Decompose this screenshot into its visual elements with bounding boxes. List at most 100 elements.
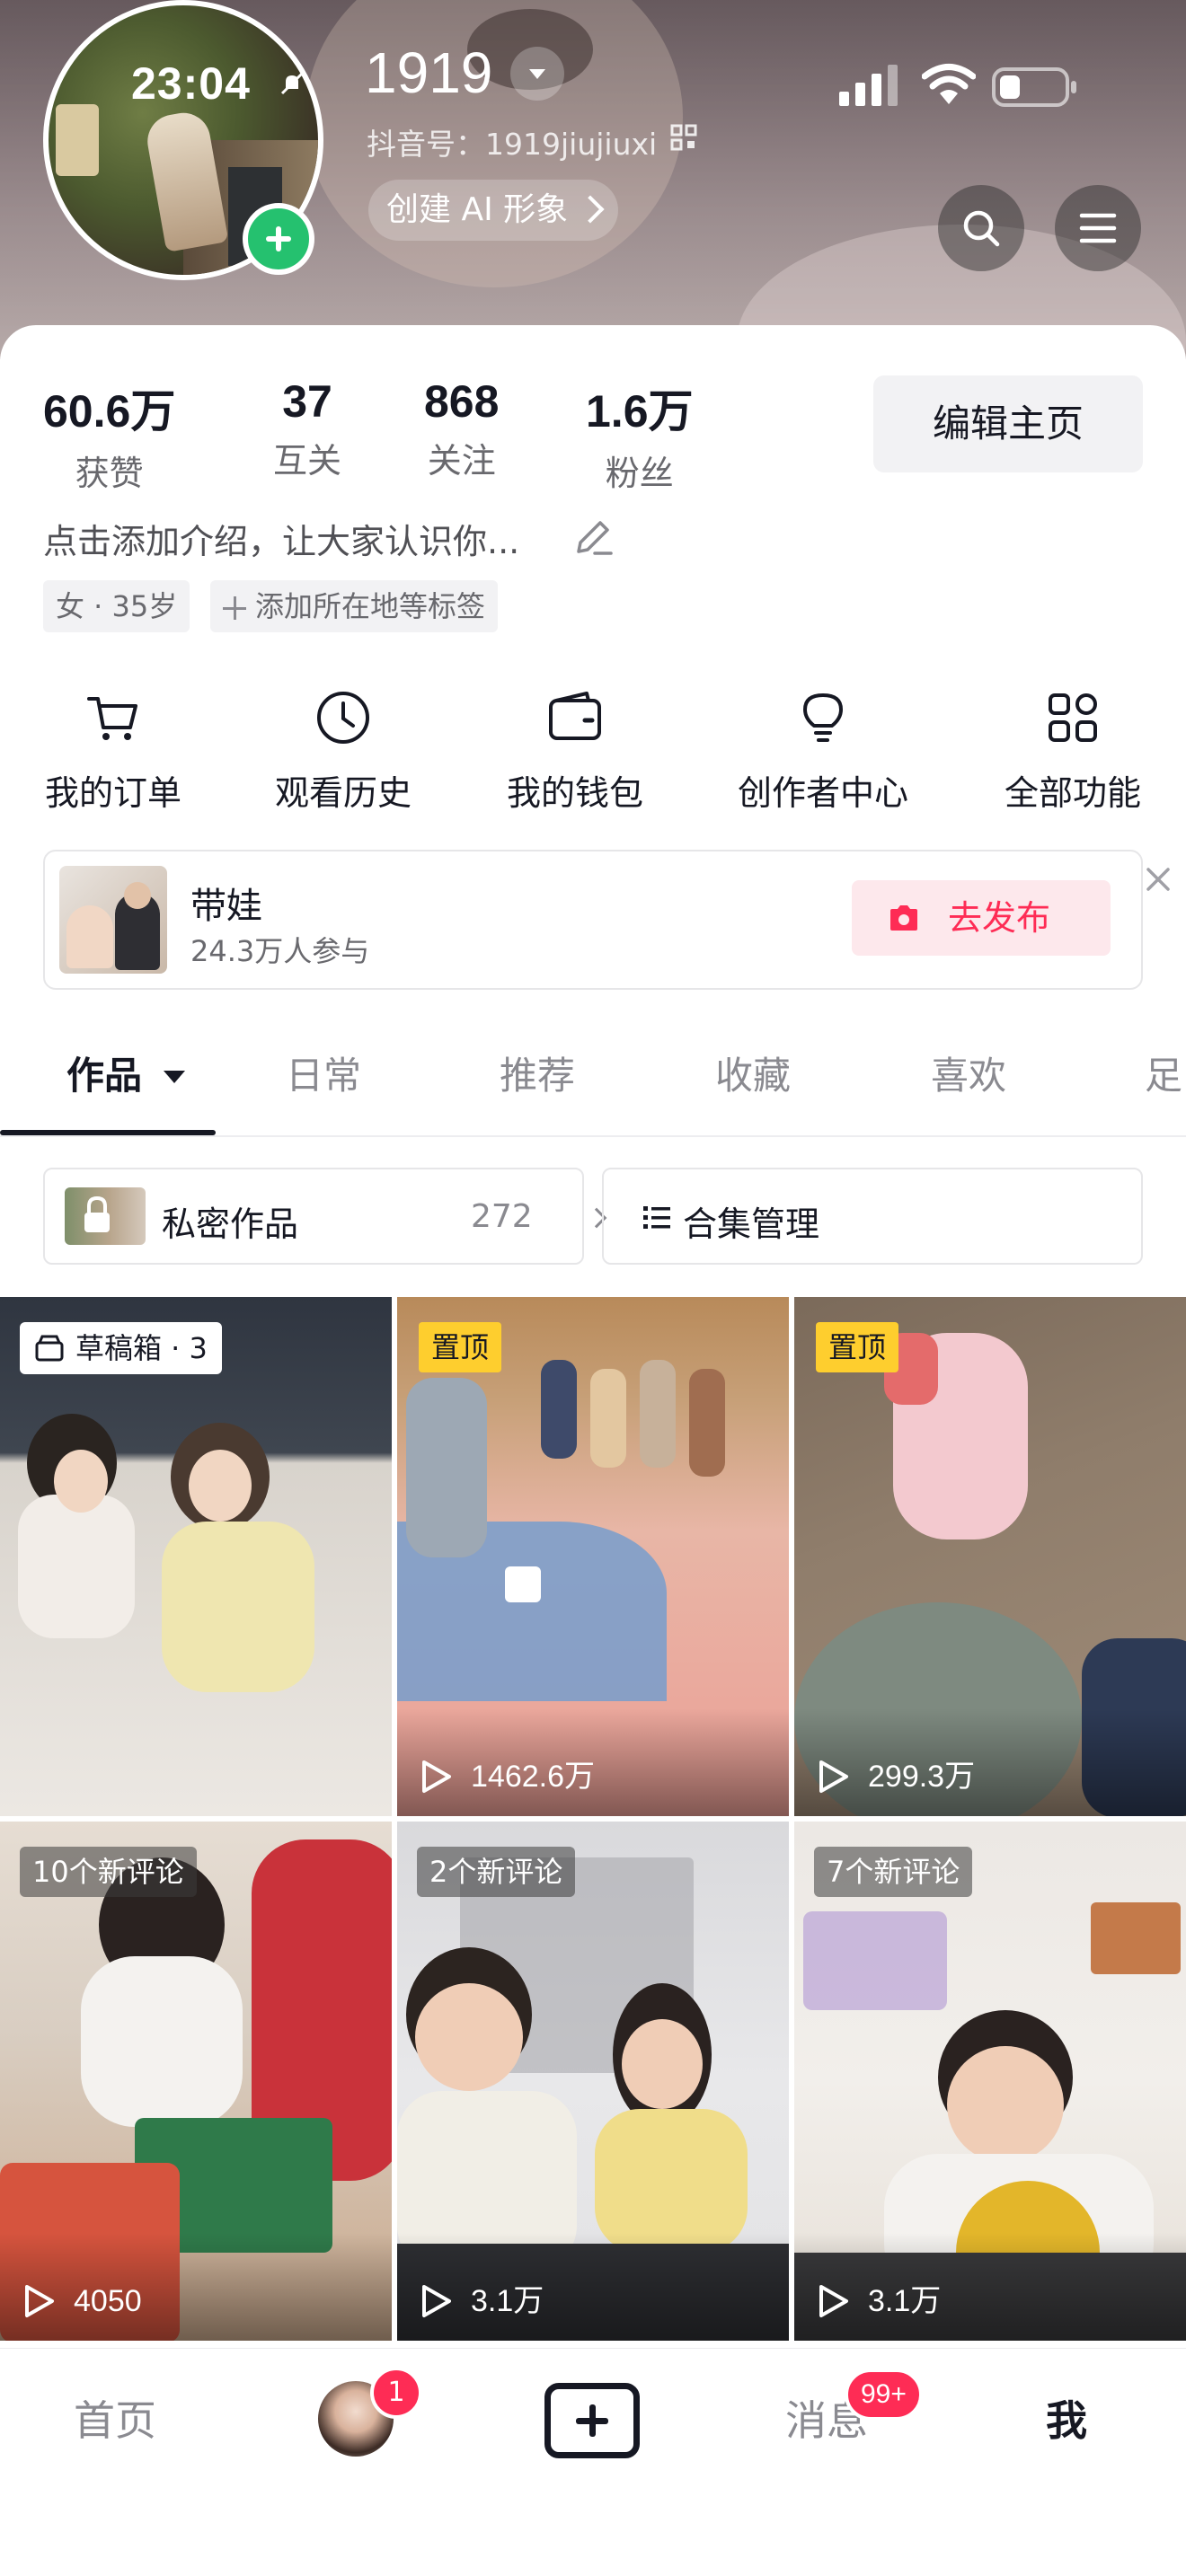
friends-badge: 1 — [370, 2367, 422, 2419]
chevron-right-icon — [576, 195, 605, 224]
clock-icon — [317, 692, 369, 744]
play-count: 3.1万 — [419, 2281, 544, 2321]
stat-label: 互关 — [273, 441, 342, 481]
gender-age-tag[interactable]: 女 · 35岁 — [43, 580, 190, 632]
play-count-value: 3.1万 — [471, 2284, 544, 2318]
drafts-box-icon — [35, 1335, 64, 1362]
list-icon — [643, 1206, 670, 1229]
play-icon — [422, 2285, 451, 2317]
play-count: 1462.6万 — [419, 1757, 595, 1796]
tab-underline — [0, 1130, 216, 1135]
create-ai-avatar-button[interactable]: 创建 AI 形象 — [368, 180, 619, 241]
quick-action-history[interactable]: 观看历史 — [244, 688, 442, 815]
hamburger-menu-icon — [1079, 213, 1117, 243]
stat-label: 关注 — [427, 441, 496, 481]
bottom-nav: 首页 1 消息 99+ 我 — [0, 2348, 1186, 2576]
cart-icon — [87, 697, 137, 740]
stat-likes[interactable]: 60.6万 获赞 — [43, 375, 175, 495]
search-icon — [963, 210, 1000, 247]
private-works-count: 272 — [471, 1198, 533, 1235]
topic-thumbnail — [59, 866, 167, 974]
tab-favorites[interactable]: 收藏 — [715, 1045, 791, 1100]
nav-home[interactable]: 首页 — [74, 2388, 156, 2448]
play-count: 4050 — [22, 2281, 142, 2321]
collection-manage-button[interactable]: 合集管理 — [602, 1168, 1143, 1265]
quick-action-label: 创作者中心 — [737, 773, 908, 813]
lock-icon — [84, 1195, 110, 1232]
stat-followers[interactable]: 1.6万 粉丝 — [586, 375, 694, 495]
play-count: 3.1万 — [816, 2281, 941, 2321]
account-switch-dropdown-icon[interactable] — [510, 47, 564, 101]
messages-badge: 99+ — [845, 2369, 923, 2421]
caret-down-icon[interactable] — [164, 1071, 185, 1083]
create-post-button[interactable] — [544, 2383, 640, 2458]
video-tile[interactable]: 7个新评论 3.1万 — [794, 1822, 1186, 2341]
video-tile[interactable]: 置顶 299.3万 — [794, 1297, 1186, 1816]
status-time: 23:04 — [131, 58, 251, 109]
edit-profile-button[interactable]: 编辑主页 — [873, 375, 1143, 472]
cellular-signal-icon — [839, 65, 898, 106]
camera-icon — [890, 905, 917, 931]
video-tile[interactable]: 10个新评论 4050 — [0, 1822, 392, 2341]
play-count: 299.3万 — [816, 1757, 975, 1796]
stat-value: 868 — [424, 376, 500, 427]
play-icon — [819, 1760, 848, 1793]
nickname[interactable]: 1919 — [365, 40, 492, 106]
search-button[interactable] — [938, 185, 1024, 271]
video-tile[interactable]: 置顶 1462.6万 — [397, 1297, 789, 1816]
nav-me[interactable]: 我 — [1046, 2388, 1087, 2448]
play-icon — [819, 2285, 848, 2317]
quick-action-wallet[interactable]: 我的钱包 — [476, 688, 674, 815]
collection-manage-label: 合集管理 — [683, 1204, 820, 1244]
play-icon — [422, 1760, 451, 1793]
drafts-label: 草稿箱 · 3 — [75, 1331, 208, 1365]
bio-text[interactable]: 点击添加介绍，让大家认识你... — [43, 514, 519, 563]
quick-action-label: 观看历史 — [274, 773, 412, 813]
stat-value: 60.6万 — [43, 386, 176, 437]
plus-icon — [223, 596, 246, 620]
new-comments-badge: 7个新评论 — [814, 1847, 973, 1897]
qr-code-icon[interactable] — [670, 124, 697, 151]
video-tile[interactable]: 2个新评论 3.1万 — [397, 1822, 789, 2341]
stat-mutual[interactable]: 37 互关 — [273, 375, 341, 482]
play-count-value: 1462.6万 — [471, 1760, 595, 1794]
tab-footprints[interactable]: 足 — [1145, 1045, 1182, 1100]
private-works-button[interactable]: 私密作品 272 — [43, 1168, 607, 1265]
tab-likes[interactable]: 喜欢 — [931, 1045, 1006, 1100]
add-location-tag[interactable]: 添加所在地等标签 — [210, 580, 499, 632]
quick-action-creator-center[interactable]: 创作者中心 — [724, 688, 922, 815]
play-count-value: 3.1万 — [868, 2284, 942, 2318]
quick-action-all-features[interactable]: 全部功能 — [974, 688, 1172, 815]
battery-icon — [992, 67, 1076, 107]
new-comments-badge: 2个新评论 — [417, 1847, 576, 1897]
stat-following[interactable]: 868 关注 — [424, 375, 499, 482]
wifi-icon — [922, 64, 976, 104]
menu-button[interactable] — [1055, 185, 1141, 271]
tab-recommended[interactable]: 推荐 — [500, 1045, 575, 1100]
close-icon[interactable] — [1143, 864, 1173, 895]
tab-daily[interactable]: 日常 — [286, 1045, 361, 1100]
new-comments-badge: 10个新评论 — [20, 1847, 197, 1897]
quick-action-orders[interactable]: 我的订单 — [14, 688, 212, 815]
add-avatar-button[interactable] — [243, 203, 314, 275]
pinned-badge: 置顶 — [816, 1322, 899, 1372]
publish-button[interactable]: 去发布 — [852, 880, 1111, 956]
pinned-badge: 置顶 — [419, 1322, 502, 1372]
add-location-label: 添加所在地等标签 — [255, 589, 486, 623]
pencil-icon[interactable] — [571, 516, 615, 559]
create-ai-avatar-label: 创建 AI 形象 — [386, 191, 569, 228]
tab-works[interactable]: 作品 — [66, 1045, 142, 1100]
play-count-value: 299.3万 — [868, 1760, 976, 1794]
stat-label: 获赞 — [75, 454, 144, 493]
topic-title: 带娃 — [190, 886, 262, 927]
video-tile-draft[interactable]: 草稿箱 · 3 — [0, 1297, 392, 1816]
stat-value: 37 — [282, 376, 332, 427]
private-works-label: 私密作品 — [162, 1204, 299, 1244]
content-tabs: 作品 日常 推荐 收藏 喜欢 足 — [0, 1010, 1186, 1137]
stat-value: 1.6万 — [586, 386, 694, 437]
topic-card[interactable]: 带娃 24.3万人参与 去发布 — [43, 850, 1170, 990]
lightbulb-icon — [803, 693, 843, 742]
douyin-id: 抖音号：1919jiujiuxi — [367, 127, 658, 162]
topic-participants: 24.3万人参与 — [190, 934, 370, 968]
grid-icon — [1049, 693, 1097, 742]
